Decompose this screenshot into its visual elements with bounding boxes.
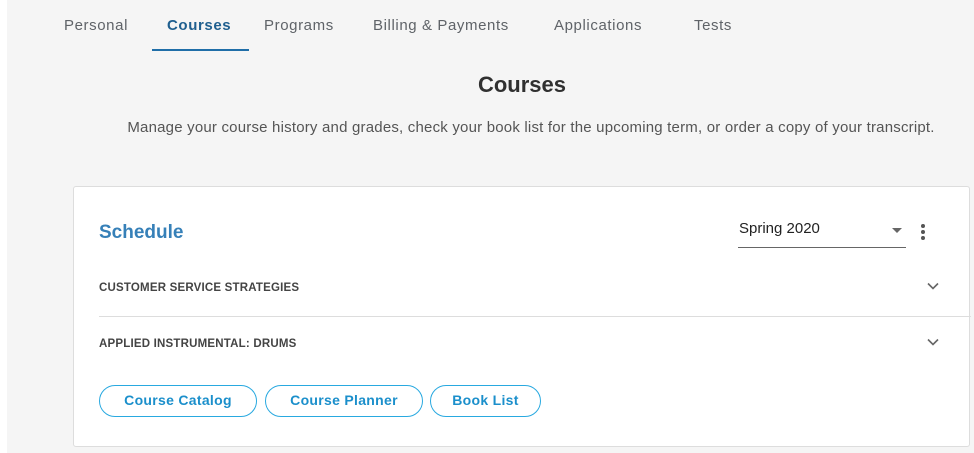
tab-programs[interactable]: Programs (264, 17, 334, 34)
course-name: APPLIED INSTRUMENTAL: DRUMS (99, 338, 297, 350)
page-title: Courses (477, 72, 567, 97)
schedule-title: Schedule (99, 222, 184, 243)
active-tab-indicator (152, 49, 249, 51)
course-catalog-button[interactable]: Course Catalog (99, 385, 257, 417)
tab-billing-payments[interactable]: Billing & Payments (373, 17, 509, 34)
term-select-value: Spring 2020 (739, 220, 820, 237)
tab-bar: Personal Courses Programs Billing & Paym… (7, 0, 974, 52)
page-description: Manage your course history and grades, c… (127, 119, 935, 136)
tab-courses[interactable]: Courses (167, 17, 231, 34)
tab-applications[interactable]: Applications (554, 17, 642, 34)
course-row-customer-service[interactable]: CUSTOMER SERVICE STRATEGIES (99, 259, 971, 317)
chevron-down-icon (927, 282, 939, 290)
book-list-button[interactable]: Book List (430, 385, 541, 417)
chevron-down-icon (927, 338, 939, 346)
page: Personal Courses Programs Billing & Paym… (7, 0, 974, 453)
term-select[interactable]: Spring 2020 (738, 220, 906, 248)
caret-down-icon (892, 228, 902, 233)
schedule-card: Schedule Spring 2020 CUSTOMER SERVICE ST… (73, 186, 971, 447)
course-planner-button[interactable]: Course Planner (265, 385, 423, 417)
tab-tests[interactable]: Tests (694, 17, 732, 34)
course-name: CUSTOMER SERVICE STRATEGIES (99, 282, 300, 294)
tab-personal[interactable]: Personal (64, 17, 128, 34)
course-row-applied-instrumental[interactable]: APPLIED INSTRUMENTAL: DRUMS (99, 315, 971, 373)
more-vertical-icon[interactable] (916, 222, 930, 242)
